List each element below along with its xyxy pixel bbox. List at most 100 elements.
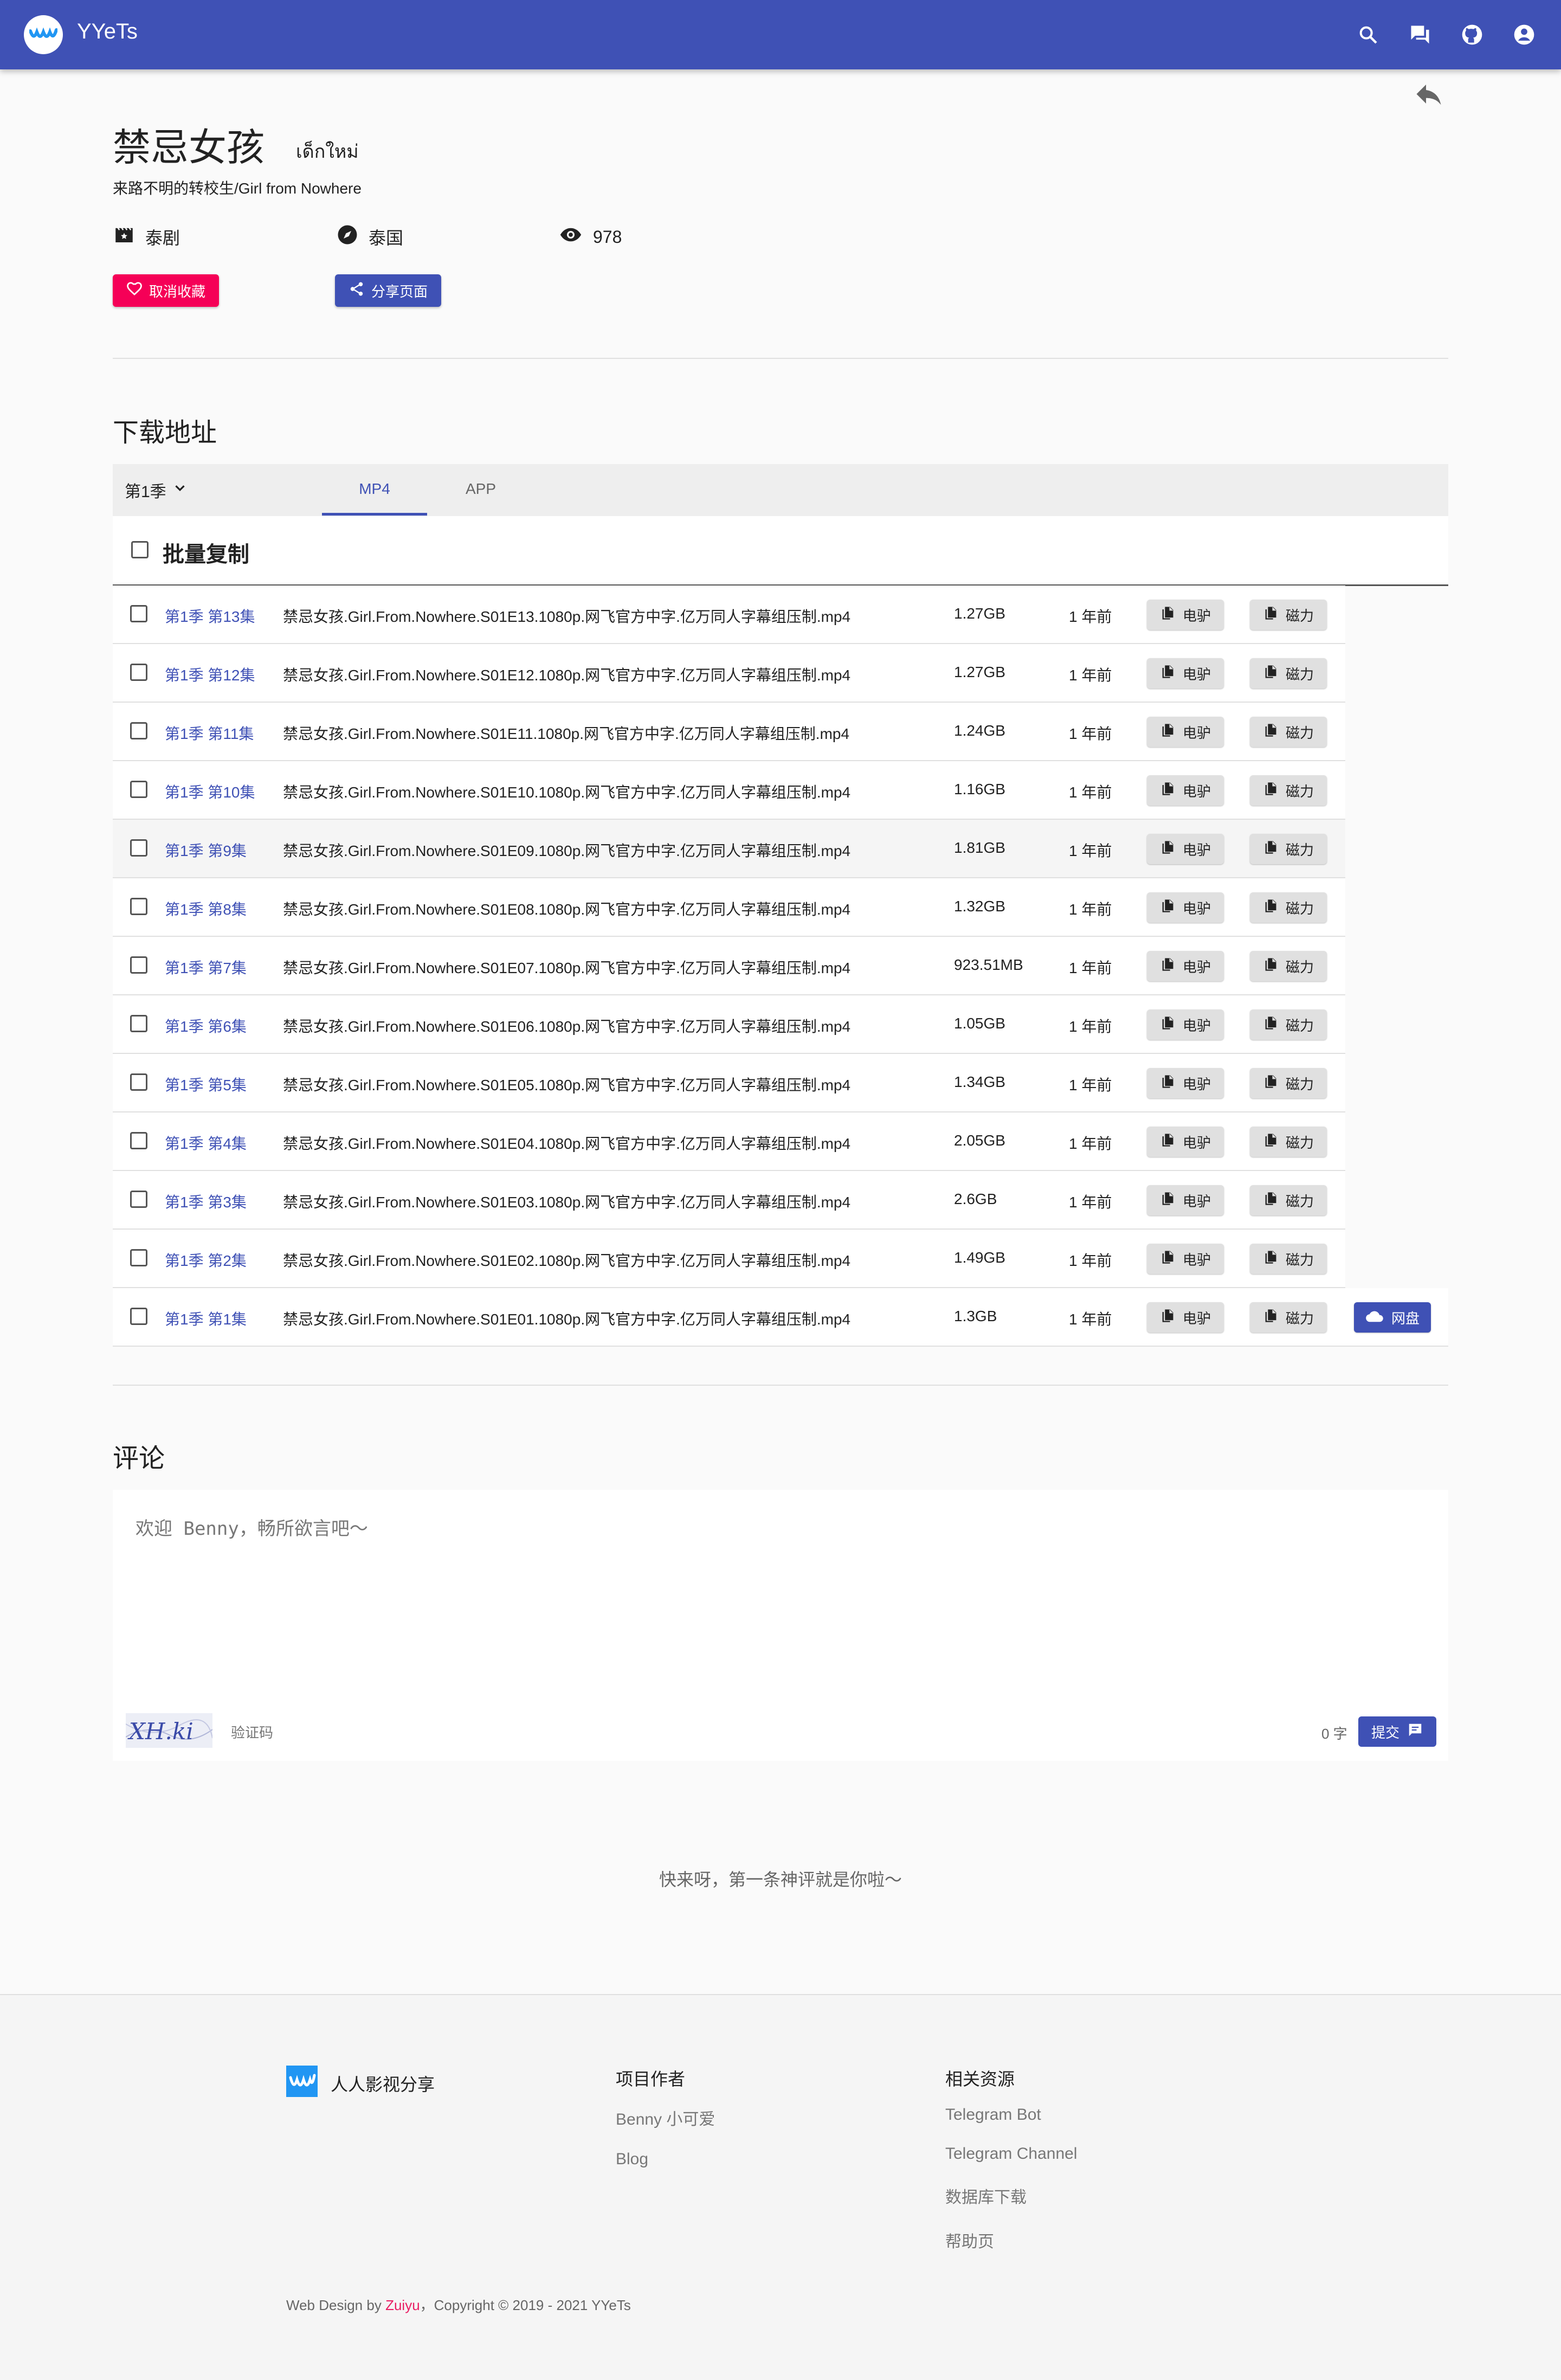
episode-link[interactable]: 第1季 第9集 — [165, 839, 247, 861]
footer-link[interactable]: 帮助页 — [945, 2228, 1077, 2252]
reply-back-icon[interactable] — [1412, 79, 1445, 112]
table-row[interactable]: 第1季 第7集 禁忌女孩.Girl.From.Nowhere.S01E07.108… — [113, 937, 1345, 995]
share-button[interactable]: 分享页面 — [335, 274, 441, 307]
magnet-button[interactable]: 磁力 — [1250, 834, 1327, 864]
magnet-button[interactable]: 磁力 — [1250, 892, 1327, 923]
footer-link[interactable]: Telegram Bot — [945, 2106, 1077, 2124]
episode-link[interactable]: 第1季 第4集 — [165, 1132, 247, 1154]
episode-link[interactable]: 第1季 第6集 — [165, 1015, 247, 1037]
table-row[interactable]: 第1季 第9集 禁忌女孩.Girl.From.Nowhere.S01E09.108… — [113, 820, 1345, 878]
footer-link[interactable]: 数据库下载 — [945, 2184, 1077, 2208]
submit-button[interactable]: 提交 — [1358, 1716, 1436, 1747]
ed2k-button[interactable]: 电驴 — [1147, 1302, 1224, 1333]
table-row[interactable]: 第1季 第6集 禁忌女孩.Girl.From.Nowhere.S01E06.108… — [113, 995, 1345, 1054]
table-row[interactable]: 第1季 第12集 禁忌女孩.Girl.From.Nowhere.S01E12.10… — [113, 644, 1345, 703]
upload-time: 1 年前 — [1069, 842, 1112, 859]
footer-link[interactable]: Telegram Channel — [945, 2145, 1077, 2163]
magnet-button[interactable]: 磁力 — [1250, 775, 1327, 806]
episode-link[interactable]: 第1季 第5集 — [165, 1073, 247, 1095]
ed2k-button[interactable]: 电驴 — [1147, 834, 1224, 864]
row-checkbox[interactable] — [130, 1308, 147, 1325]
tab-app[interactable]: APP — [446, 480, 516, 498]
cloud-drive-button[interactable]: 网盘 — [1354, 1302, 1431, 1333]
cloud-icon — [1365, 1308, 1384, 1327]
episode-link[interactable]: 第1季 第8集 — [165, 898, 247, 919]
row-checkbox[interactable] — [130, 1015, 147, 1032]
magnet-button[interactable]: 磁力 — [1250, 658, 1327, 689]
forum-icon[interactable] — [1405, 20, 1435, 50]
comment-input[interactable]: 欢迎 Benny，畅所欲言吧～ — [136, 1514, 368, 1540]
app-title[interactable]: YYeTs — [77, 20, 138, 44]
episode-link[interactable]: 第1季 第13集 — [165, 605, 255, 627]
author-link[interactable]: Zuiyu — [385, 2297, 420, 2313]
table-row[interactable]: 第1季 第1集 禁忌女孩.Girl.From.Nowhere.S01E01.108… — [113, 1288, 1448, 1347]
table-row[interactable]: 第1季 第10集 禁忌女孩.Girl.From.Nowhere.S01E10.10… — [113, 761, 1345, 820]
episode-link[interactable]: 第1季 第11集 — [165, 722, 254, 744]
copy-icon — [1263, 606, 1278, 625]
ed2k-button[interactable]: 电驴 — [1147, 1244, 1224, 1274]
magnet-button[interactable]: 磁力 — [1250, 1244, 1327, 1274]
row-checkbox[interactable] — [130, 1073, 147, 1091]
no-comments-note: 快来呀，第一条神评就是你啦～ — [659, 1870, 902, 1889]
table-row[interactable]: 第1季 第4集 禁忌女孩.Girl.From.Nowhere.S01E04.108… — [113, 1112, 1345, 1171]
captcha-field[interactable]: 验证码 — [231, 1722, 273, 1742]
search-icon[interactable] — [1353, 20, 1383, 50]
table-row[interactable]: 第1季 第13集 禁忌女孩.Girl.From.Nowhere.S01E13.10… — [113, 586, 1345, 644]
ed2k-button[interactable]: 电驴 — [1147, 1127, 1224, 1157]
episode-link[interactable]: 第1季 第7集 — [165, 956, 247, 978]
magnet-button[interactable]: 磁力 — [1250, 1302, 1327, 1333]
ed2k-button[interactable]: 电驴 — [1147, 775, 1224, 806]
ed2k-button[interactable]: 电驴 — [1147, 717, 1224, 747]
magnet-button[interactable]: 磁力 — [1250, 717, 1327, 747]
ed2k-button[interactable]: 电驴 — [1147, 951, 1224, 981]
ed2k-button[interactable]: 电驴 — [1147, 892, 1224, 923]
logo-icon — [286, 2066, 318, 2101]
compass-icon — [336, 223, 359, 250]
episode-link[interactable]: 第1季 第1集 — [165, 1308, 247, 1329]
ed2k-button[interactable]: 电驴 — [1147, 600, 1224, 630]
github-icon[interactable] — [1457, 20, 1487, 50]
footer-link[interactable]: Blog — [616, 2150, 715, 2169]
table-row[interactable]: 第1季 第3集 禁忌女孩.Girl.From.Nowhere.S01E03.108… — [113, 1171, 1345, 1230]
file-size: 1.24GB — [954, 722, 1005, 739]
row-checkbox[interactable] — [130, 605, 147, 622]
ed2k-button[interactable]: 电驴 — [1147, 1185, 1224, 1215]
row-checkbox[interactable] — [130, 1191, 147, 1208]
table-row[interactable]: 第1季 第2集 禁忌女孩.Girl.From.Nowhere.S01E02.108… — [113, 1230, 1345, 1288]
row-checkbox[interactable] — [130, 839, 147, 857]
table-row[interactable]: 第1季 第8集 禁忌女孩.Girl.From.Nowhere.S01E08.108… — [113, 878, 1345, 937]
row-checkbox[interactable] — [130, 1249, 147, 1266]
unfavorite-button[interactable]: 取消收藏 — [113, 274, 219, 307]
magnet-button[interactable]: 磁力 — [1250, 1185, 1327, 1215]
tab-mp4[interactable]: MP4 — [339, 480, 410, 498]
row-checkbox[interactable] — [130, 664, 147, 681]
batch-copy-checkbox[interactable] — [131, 541, 149, 558]
magnet-button[interactable]: 磁力 — [1250, 1009, 1327, 1040]
resource-aliases: 来路不明的转校生/Girl from Nowhere — [113, 180, 362, 197]
magnet-button[interactable]: 磁力 — [1250, 600, 1327, 630]
episode-link[interactable]: 第1季 第12集 — [165, 664, 255, 685]
logo-icon[interactable] — [24, 15, 63, 54]
episode-link[interactable]: 第1季 第2集 — [165, 1249, 247, 1271]
row-checkbox[interactable] — [130, 1132, 147, 1149]
magnet-button[interactable]: 磁力 — [1250, 1127, 1327, 1157]
magnet-button[interactable]: 磁力 — [1250, 1068, 1327, 1098]
row-checkbox[interactable] — [130, 956, 147, 974]
ed2k-button[interactable]: 电驴 — [1147, 1009, 1224, 1040]
row-checkbox[interactable] — [130, 898, 147, 915]
ed2k-button[interactable]: 电驴 — [1147, 658, 1224, 689]
footer-brand[interactable]: 人人影视分享 — [286, 2066, 435, 2101]
episode-link[interactable]: 第1季 第3集 — [165, 1191, 247, 1212]
account-icon[interactable] — [1509, 20, 1539, 50]
episode-link[interactable]: 第1季 第10集 — [165, 781, 255, 802]
captcha-image[interactable]: XH.ki — [125, 1713, 213, 1748]
table-row[interactable]: 第1季 第5集 禁忌女孩.Girl.From.Nowhere.S01E05.108… — [113, 1054, 1345, 1112]
resource-title: 禁忌女孩 — [113, 126, 265, 169]
season-select[interactable]: 第1季 — [125, 478, 188, 502]
footer-link[interactable]: Benny 小可爱 — [616, 2106, 715, 2130]
row-checkbox[interactable] — [130, 781, 147, 798]
table-row[interactable]: 第1季 第11集 禁忌女孩.Girl.From.Nowhere.S01E11.10… — [113, 703, 1345, 761]
row-checkbox[interactable] — [130, 722, 147, 739]
magnet-button[interactable]: 磁力 — [1250, 951, 1327, 981]
ed2k-button[interactable]: 电驴 — [1147, 1068, 1224, 1098]
